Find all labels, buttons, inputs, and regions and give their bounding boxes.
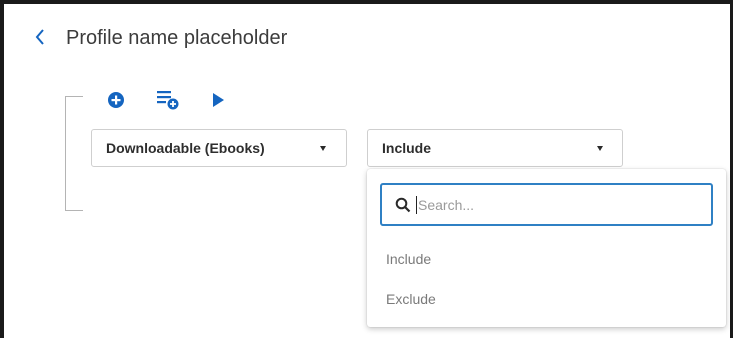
chevron-left-icon <box>35 29 44 45</box>
search-input[interactable] <box>418 196 678 213</box>
add-group-icon <box>157 91 179 110</box>
caret-down-icon <box>320 146 326 151</box>
rule-group-bracket <box>65 96 83 211</box>
dropdown-option-include[interactable]: Include <box>386 251 431 267</box>
condition-select-value: Include <box>382 140 432 156</box>
search-icon <box>394 196 412 214</box>
category-select[interactable]: Downloadable (Ebooks) <box>91 129 347 167</box>
dropdown-option-exclude[interactable]: Exclude <box>386 291 436 307</box>
add-rule-button[interactable] <box>104 88 128 112</box>
dropdown-search-box[interactable] <box>380 183 713 226</box>
condition-dropdown-panel: Include Exclude <box>367 169 726 327</box>
run-button[interactable] <box>206 88 230 112</box>
plus-circle-icon <box>108 92 124 108</box>
play-icon <box>213 93 224 107</box>
page-title: Profile name placeholder <box>66 27 288 49</box>
category-select-value: Downloadable (Ebooks) <box>106 140 265 156</box>
back-button[interactable] <box>30 24 50 50</box>
caret-down-icon <box>597 146 603 151</box>
add-group-button[interactable] <box>156 88 180 112</box>
text-cursor <box>416 195 417 214</box>
condition-select[interactable]: Include <box>367 129 623 167</box>
